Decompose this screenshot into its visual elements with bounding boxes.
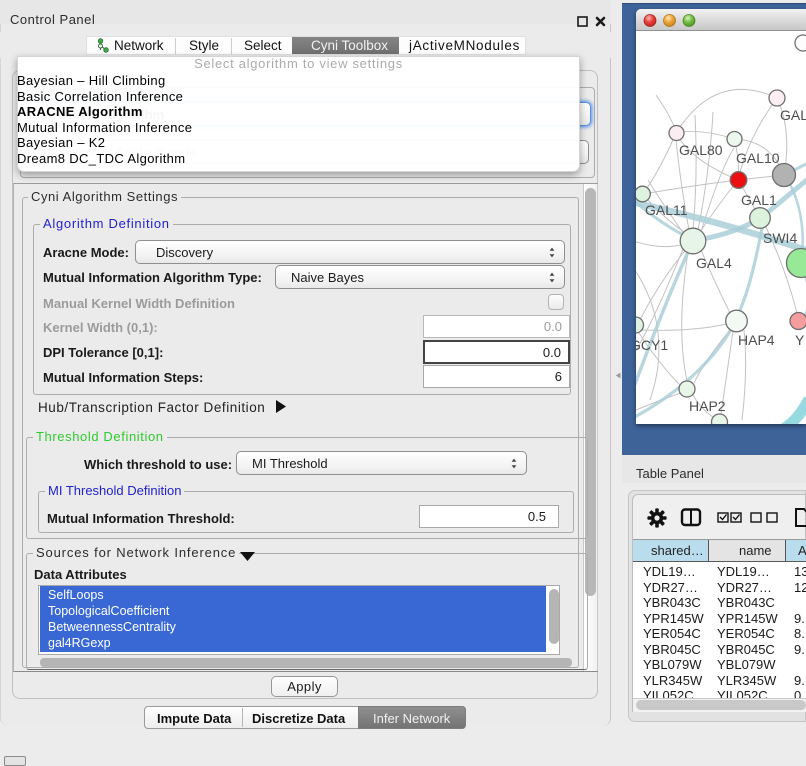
svg-text:HAP4: HAP4 bbox=[738, 332, 775, 348]
svg-text:GAL80: GAL80 bbox=[679, 142, 723, 158]
svg-text:GAL11: GAL11 bbox=[645, 202, 688, 218]
svg-text:GAL: GAL bbox=[780, 107, 806, 123]
svg-text:GAL10: GAL10 bbox=[736, 150, 780, 166]
svg-text:HAP2: HAP2 bbox=[689, 398, 726, 414]
svg-text:GAL1: GAL1 bbox=[741, 192, 777, 208]
svg-text:SWI4: SWI4 bbox=[763, 230, 797, 246]
svg-text:GAL4: GAL4 bbox=[696, 255, 732, 271]
svg-text:Y: Y bbox=[795, 332, 805, 348]
svg-text:GCY1: GCY1 bbox=[636, 337, 668, 353]
